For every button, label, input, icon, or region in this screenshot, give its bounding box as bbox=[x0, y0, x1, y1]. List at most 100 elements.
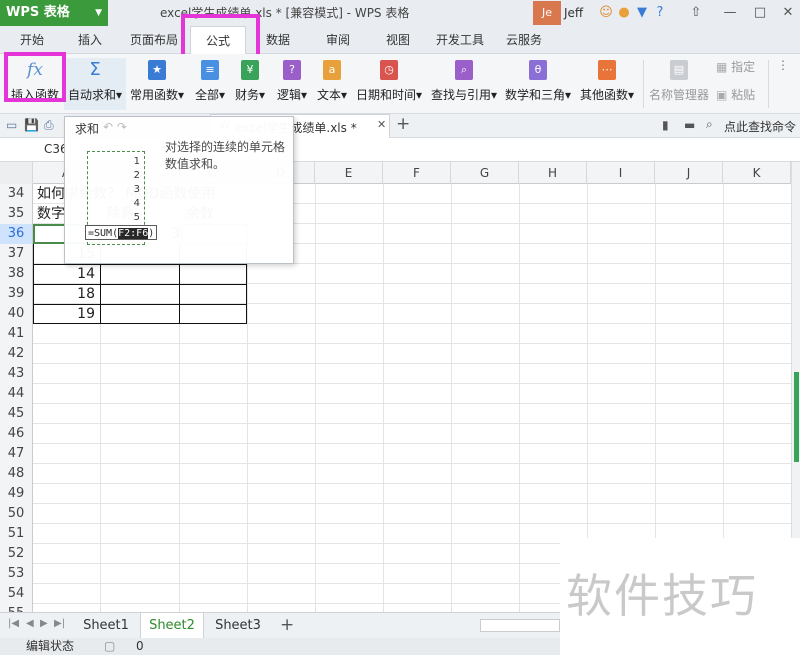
row-header[interactable]: 37 bbox=[0, 244, 33, 264]
search-icon[interactable]: ⌕ bbox=[706, 117, 713, 132]
tab-review[interactable]: 审阅 bbox=[314, 26, 362, 54]
add-tab-icon[interactable]: + bbox=[396, 114, 410, 134]
print-icon[interactable]: ⎙ bbox=[44, 118, 54, 133]
gridline bbox=[519, 184, 520, 612]
shirt-icon[interactable]: ▼ bbox=[634, 5, 650, 21]
grid-row: 48 bbox=[0, 464, 800, 484]
grid-row: 41 bbox=[0, 324, 800, 344]
next-sheet-icon[interactable]: ▶ bbox=[40, 618, 48, 629]
tab-home[interactable]: 开始 bbox=[8, 26, 56, 54]
tab-data[interactable]: 数据 bbox=[254, 26, 302, 54]
row-header[interactable]: 48 bbox=[0, 464, 33, 484]
row-header[interactable]: 54 bbox=[0, 584, 33, 604]
row-header[interactable]: 43 bbox=[0, 364, 33, 384]
gridline bbox=[451, 184, 452, 612]
user-name[interactable]: Jeff bbox=[564, 0, 583, 26]
row-header[interactable]: 44 bbox=[0, 384, 33, 404]
col-header-g[interactable]: G bbox=[451, 162, 519, 184]
tooltip-title: 求和 bbox=[75, 122, 100, 136]
logic-button[interactable]: ? 逻辑▾ bbox=[272, 58, 312, 110]
lookup-reference-button[interactable]: ⌕ 查找与引用▾ bbox=[426, 58, 502, 110]
finance-button[interactable]: ¥ 财务▾ bbox=[230, 58, 270, 110]
tab-view[interactable]: 视图 bbox=[374, 26, 422, 54]
smile-icon[interactable]: ☺ bbox=[598, 5, 614, 21]
close-icon[interactable]: ✕ bbox=[780, 5, 796, 21]
row-header[interactable]: 47 bbox=[0, 444, 33, 464]
row-header[interactable]: 49 bbox=[0, 484, 33, 504]
ribbon-divider bbox=[768, 60, 769, 108]
define-button[interactable]: ▦ 指定 bbox=[716, 58, 762, 78]
autosum-button[interactable]: Σ 自动求和▾ bbox=[64, 58, 126, 110]
maximize-icon[interactable]: □ bbox=[752, 5, 768, 21]
add-sheet-icon[interactable]: + bbox=[280, 615, 294, 635]
common-functions-button[interactable]: ★ 常用函数▾ bbox=[128, 58, 186, 110]
col-header-i[interactable]: I bbox=[587, 162, 655, 184]
row-header[interactable]: 53 bbox=[0, 564, 33, 584]
math-trig-button[interactable]: θ 数学和三角▾ bbox=[502, 58, 574, 110]
col-header-j[interactable]: J bbox=[655, 162, 723, 184]
row-header[interactable]: 46 bbox=[0, 424, 33, 444]
row-header[interactable]: 34 bbox=[0, 184, 33, 204]
col-header-f[interactable]: F bbox=[383, 162, 451, 184]
search-ref-icon: ⌕ bbox=[455, 60, 473, 80]
col-header-e[interactable]: E bbox=[315, 162, 383, 184]
ribbon-more-icon[interactable]: ⋮ bbox=[776, 58, 790, 110]
select-all-corner[interactable] bbox=[0, 162, 33, 184]
tab-developer[interactable]: 开发工具 bbox=[428, 26, 492, 54]
document-icon[interactable]: ▮ bbox=[662, 118, 669, 132]
open-folder-icon[interactable]: ▭ bbox=[6, 118, 17, 132]
row-header[interactable]: 38 bbox=[0, 264, 33, 284]
tab-insert[interactable]: 插入 bbox=[66, 26, 114, 54]
color-wheel-icon[interactable]: ● bbox=[616, 5, 632, 21]
row-header[interactable]: 52 bbox=[0, 544, 33, 564]
row-header[interactable]: 40 bbox=[0, 304, 33, 324]
tab-page-layout[interactable]: 页面布局 bbox=[124, 26, 184, 54]
col-header-k[interactable]: K bbox=[723, 162, 791, 184]
demo-number: 2 bbox=[133, 170, 140, 181]
sheet-tab-1[interactable]: Sheet1 bbox=[74, 613, 138, 639]
row-header[interactable]: 50 bbox=[0, 504, 33, 524]
prev-sheet-icon[interactable]: ◀ bbox=[26, 618, 34, 629]
first-sheet-icon[interactable]: |◀ bbox=[8, 618, 19, 629]
date-time-button[interactable]: ◷ 日期和时间▾ bbox=[354, 58, 424, 110]
row-header[interactable]: 45 bbox=[0, 404, 33, 424]
cell-a35[interactable]: 数字 bbox=[34, 204, 68, 224]
save-icon[interactable]: 💾 bbox=[24, 118, 39, 132]
minimize-icon[interactable]: — bbox=[722, 5, 738, 21]
row-header[interactable]: 36 bbox=[0, 224, 33, 244]
paste-name-button[interactable]: ▣ 粘贴 bbox=[716, 86, 762, 106]
ribbon-collapse-icon[interactable]: ▬ bbox=[684, 118, 695, 132]
all-functions-button[interactable]: ≡ 全部▾ bbox=[190, 58, 230, 110]
sheet-tab-2[interactable]: Sheet2 bbox=[140, 613, 204, 639]
row-header[interactable]: 41 bbox=[0, 324, 33, 344]
other-functions-button[interactable]: ⋯ 其他函数▾ bbox=[576, 58, 638, 110]
horizontal-scrollbar[interactable] bbox=[480, 619, 560, 632]
chevron-down-icon: ▼ bbox=[95, 8, 102, 18]
text-button[interactable]: a 文本▾ bbox=[312, 58, 352, 110]
col-header-h[interactable]: H bbox=[519, 162, 587, 184]
close-tab-icon[interactable]: ✕ bbox=[377, 118, 386, 131]
wps-app-button[interactable]: WPS 表格 ▼ bbox=[0, 0, 108, 26]
last-sheet-icon[interactable]: ▶| bbox=[54, 618, 65, 629]
row-header[interactable]: 42 bbox=[0, 344, 33, 364]
restore-up-icon[interactable]: ⇧ bbox=[688, 5, 704, 21]
grid-row: 45 bbox=[0, 404, 800, 424]
name-manager-button[interactable]: ▤ 名称管理器 bbox=[648, 58, 710, 110]
list-icon: ≡ bbox=[201, 60, 219, 80]
row-header[interactable]: 51 bbox=[0, 524, 33, 544]
tab-cloud[interactable]: 云服务 bbox=[500, 26, 548, 54]
grid-row: 49 bbox=[0, 484, 800, 504]
sheet-tab-3[interactable]: Sheet3 bbox=[206, 613, 270, 639]
row-header[interactable]: 39 bbox=[0, 284, 33, 304]
command-search[interactable]: 点此查找命令 bbox=[724, 118, 796, 135]
row-header[interactable]: 35 bbox=[0, 204, 33, 224]
help-icon[interactable]: ? bbox=[652, 5, 668, 21]
ribbon-divider bbox=[643, 60, 644, 108]
scroll-thumb[interactable] bbox=[794, 372, 799, 462]
star-icon: ★ bbox=[148, 60, 166, 80]
avatar[interactable]: Je bbox=[533, 1, 561, 25]
table-border bbox=[33, 304, 247, 305]
formula-input[interactable] bbox=[300, 141, 796, 159]
clock-icon: ◷ bbox=[380, 60, 398, 80]
name-manager-icon: ▤ bbox=[670, 60, 688, 80]
